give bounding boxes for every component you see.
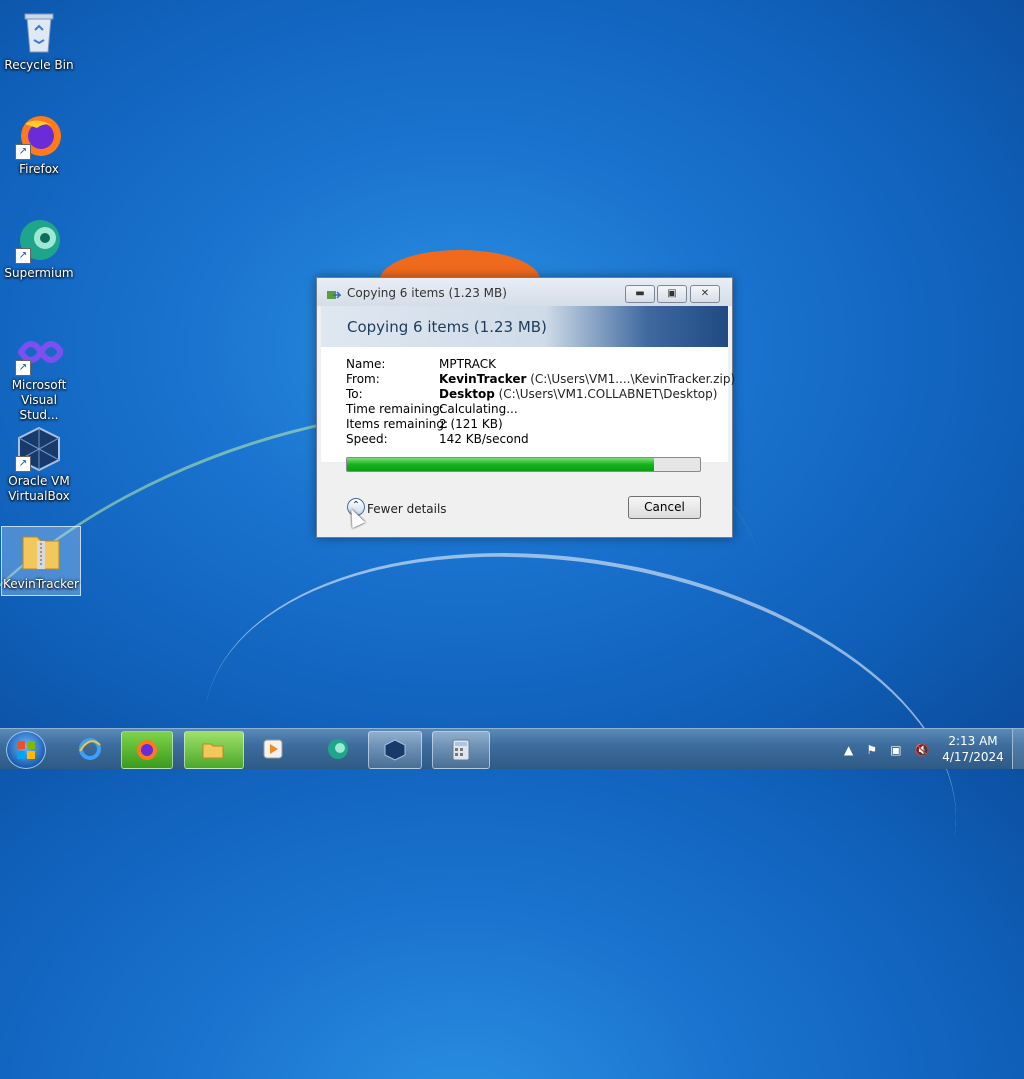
internet-explorer-icon (78, 737, 102, 761)
from-source-link[interactable]: KevinTracker (439, 372, 526, 386)
taskbar: ▲ ⚑ ▣ 🔇 2:13 AM 4/17/2024 (0, 728, 1024, 769)
media-player-icon (261, 737, 285, 761)
dialog-body: Name: MPTRACK From: KevinTracker (C:\Users… (321, 347, 735, 472)
shortcut-arrow-icon: ↗ (15, 144, 31, 160)
close-button[interactable]: ✕ (690, 285, 720, 303)
clock[interactable]: 2:13 AM 4/17/2024 (940, 733, 1006, 765)
desktop-icon-firefox[interactable]: ↗ Firefox (0, 112, 78, 177)
desktop-icon-label: Supermium (4, 266, 74, 280)
network-icon[interactable]: ▣ (890, 743, 901, 757)
items-value: 2 (121 KB) (439, 417, 503, 431)
row-to: To: Desktop (C:\Users\VM1.COLLABNET\Deskt… (346, 387, 717, 402)
desktop-icon-recycle-bin[interactable]: Recycle Bin (0, 8, 78, 73)
from-label: From: (346, 372, 380, 386)
start-button[interactable] (6, 731, 46, 769)
progress-bar (346, 457, 701, 472)
taskbar-virtualbox[interactable] (368, 731, 422, 769)
row-from: From: KevinTracker (C:\Users\VM1....\Kevi… (346, 372, 735, 387)
copy-dialog: Copying 6 items (1.23 MB) ▬ ▣ ✕ Copying … (316, 277, 735, 538)
action-center-flag-icon[interactable]: ⚑ (866, 743, 877, 757)
to-path: (C:\Users\VM1.COLLABNET\Desktop) (498, 387, 718, 401)
taskbar-calculator[interactable] (432, 731, 490, 769)
show-desktop-button[interactable] (1012, 729, 1024, 769)
virtualbox-icon: ↗ (15, 424, 63, 472)
windows-logo-icon (17, 741, 35, 759)
supermium-icon (326, 737, 350, 761)
virtualbox-icon (383, 738, 407, 762)
shortcut-arrow-icon: ↗ (15, 456, 31, 472)
folder-icon (201, 738, 225, 762)
desktop-icon-visual-studio[interactable]: ↗ Microsoft Visual Stud... (0, 328, 78, 423)
cancel-button[interactable]: Cancel (628, 496, 701, 519)
calculator-icon (449, 738, 473, 762)
show-hidden-icons-icon[interactable]: ▲ (844, 743, 853, 757)
zip-folder-icon (17, 527, 65, 575)
speed-label: Speed: (346, 432, 388, 446)
fewer-details-button[interactable]: Fewer details (367, 502, 447, 516)
firefox-icon (135, 738, 159, 762)
system-tray: ▲ ⚑ ▣ 🔇 (844, 739, 938, 758)
taskbar-file-explorer[interactable] (184, 731, 244, 769)
dialog-title: Copying 6 items (1.23 MB) (347, 286, 507, 300)
taskbar-firefox[interactable] (121, 731, 173, 769)
dialog-titlebar[interactable]: Copying 6 items (1.23 MB) ▬ ▣ ✕ (317, 278, 732, 306)
visual-studio-icon: ↗ (15, 328, 65, 376)
time-label: Time remaining: (346, 402, 444, 416)
dialog-header-text: Copying 6 items (1.23 MB) (347, 318, 547, 336)
volume-muted-icon[interactable]: 🔇 (915, 743, 930, 757)
taskbar-media-player[interactable] (245, 731, 301, 767)
copy-icon (327, 286, 342, 299)
desktop-icon-virtualbox[interactable]: ↗ Oracle VM VirtualBox (0, 424, 78, 504)
shortcut-arrow-icon: ↗ (15, 360, 31, 376)
row-items: Items remaining:2 (121 KB) (346, 417, 503, 432)
name-value: MPTRACK (439, 357, 497, 371)
clock-date: 4/17/2024 (942, 750, 1004, 764)
desktop-icon-kevintracker[interactable]: KevinTracker (1, 526, 81, 596)
clock-time: 2:13 AM (948, 734, 998, 748)
desktop-icon-label: KevinTracker (3, 577, 79, 591)
from-path: (C:\Users\VM1....\KevinTracker.zip) (530, 372, 736, 386)
time-value: Calculating... (439, 402, 518, 416)
speed-value: 142 KB/second (439, 432, 529, 446)
desktop-icon-label: Microsoft Visual Stud... (11, 378, 67, 422)
items-label: Items remaining: (346, 417, 449, 431)
to-destination-link[interactable]: Desktop (439, 387, 495, 401)
desktop-icon-supermium[interactable]: ↗ Supermium (0, 216, 78, 281)
firefox-icon: ↗ (15, 112, 63, 160)
progress-fill (347, 458, 655, 471)
shortcut-arrow-icon: ↗ (15, 248, 31, 264)
minimize-button[interactable]: ▬ (625, 285, 655, 303)
name-label: Name: (346, 357, 386, 371)
row-time: Time remaining:Calculating... (346, 402, 518, 417)
taskbar-internet-explorer[interactable] (62, 731, 118, 767)
taskbar-supermium[interactable] (310, 731, 366, 767)
row-speed: Speed: 142 KB/second (346, 432, 529, 447)
desktop-icon-label: Oracle VM VirtualBox (8, 474, 70, 503)
dialog-header: Copying 6 items (1.23 MB) (321, 306, 728, 347)
desktop-icon-label: Recycle Bin (4, 58, 74, 72)
to-label: To: (346, 387, 363, 401)
recycle-bin-icon (15, 8, 63, 56)
desktop-icon-label: Firefox (19, 162, 59, 176)
row-name: Name: MPTRACK (346, 357, 496, 372)
maximize-button[interactable]: ▣ (657, 285, 687, 303)
supermium-icon: ↗ (15, 216, 63, 264)
